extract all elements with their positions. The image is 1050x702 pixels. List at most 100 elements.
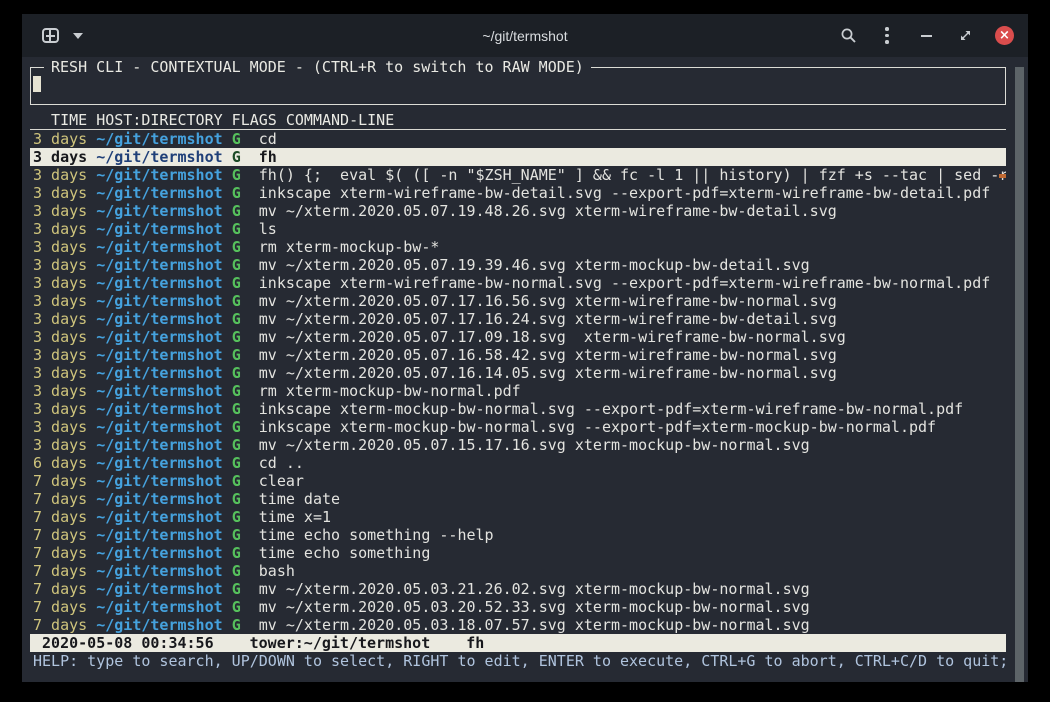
gap: [87, 202, 96, 220]
gap: [87, 346, 96, 364]
row-time: 3 days: [33, 274, 87, 292]
row-time: 7 days: [33, 598, 87, 616]
row-flags: G: [232, 184, 241, 202]
history-row[interactable]: 7 days ~/git/termshot G mv ~/xterm.2020.…: [30, 580, 1006, 598]
history-row[interactable]: 6 days ~/git/termshot G cd ..: [30, 454, 1006, 472]
row-host-directory: ~/git/termshot: [96, 202, 222, 220]
row-flags: G: [232, 274, 241, 292]
row-command: ls: [259, 220, 277, 238]
history-row[interactable]: 7 days ~/git/termshot G clear: [30, 472, 1006, 490]
gap: [87, 292, 96, 310]
history-row[interactable]: 3 days ~/git/termshot G mv ~/xterm.2020.…: [30, 292, 1006, 310]
gap: [241, 490, 259, 508]
row-host-directory: ~/git/termshot: [96, 526, 222, 544]
row-flags: G: [232, 472, 241, 490]
row-flags: G: [232, 328, 241, 346]
status-datetime: 2020-05-08 00:34:56: [33, 634, 214, 652]
gap: [87, 220, 96, 238]
restore-button[interactable]: [956, 27, 974, 45]
row-flags: G: [232, 436, 241, 454]
gap: [87, 166, 96, 184]
history-row[interactable]: 3 days ~/git/termshot G rm xterm-mockup-…: [30, 238, 1006, 256]
row-host-directory: ~/git/termshot: [96, 544, 222, 562]
row-host-directory: ~/git/termshot: [96, 328, 222, 346]
row-flags: G: [232, 616, 241, 634]
gap: [241, 274, 259, 292]
gap: [223, 310, 232, 328]
row-time: 6 days: [33, 454, 87, 472]
scrollbar[interactable]: [1015, 67, 1024, 682]
history-row[interactable]: 3 days ~/git/termshot G inkscape xterm-m…: [30, 400, 1006, 418]
gap: [87, 562, 96, 580]
history-row[interactable]: 7 days ~/git/termshot G mv ~/xterm.2020.…: [30, 598, 1006, 616]
menu-button[interactable]: [878, 27, 896, 45]
history-row[interactable]: 3 days ~/git/termshot G inkscape xterm-m…: [30, 418, 1006, 436]
history-row[interactable]: 3 days ~/git/termshot G inkscape xterm-w…: [30, 184, 1006, 202]
gap: [223, 166, 232, 184]
search-button[interactable]: [839, 27, 857, 45]
history-row[interactable]: 7 days ~/git/termshot G bash: [30, 562, 1006, 580]
terminal-window: ~/git/termshot ×: [22, 14, 1028, 672]
gap: [223, 562, 232, 580]
search-input[interactable]: RESH CLI - CONTEXTUAL MODE - (CTRL+R to …: [30, 67, 1006, 105]
history-row[interactable]: 7 days ~/git/termshot G mv ~/xterm.2020.…: [30, 616, 1006, 634]
gap: [241, 328, 259, 346]
restore-icon: [958, 28, 973, 43]
gap: [223, 544, 232, 562]
status-command: fh: [466, 634, 484, 652]
row-time: 3 days: [33, 292, 87, 310]
gap: [87, 310, 96, 328]
history-row[interactable]: 7 days ~/git/termshot G time date: [30, 490, 1006, 508]
row-host-directory: ~/git/termshot: [96, 292, 222, 310]
gap: [223, 400, 232, 418]
chevron-down-icon[interactable]: [73, 33, 83, 39]
gap: [241, 418, 259, 436]
gap: [241, 562, 259, 580]
history-row[interactable]: 3 days ~/git/termshot G inkscape xterm-w…: [30, 274, 1006, 292]
history-row[interactable]: 3 days ~/git/termshot G fh: [30, 148, 1006, 166]
history-row[interactable]: 3 days ~/git/termshot G rm xterm-mockup-…: [30, 382, 1006, 400]
history-row[interactable]: 3 days ~/git/termshot G mv ~/xterm.2020.…: [30, 364, 1006, 382]
gap: [223, 130, 232, 148]
row-command: mv ~/xterm.2020.05.07.19.39.46.svg xterm…: [259, 256, 810, 274]
gap: [87, 580, 96, 598]
history-row[interactable]: 7 days ~/git/termshot G time echo someth…: [30, 544, 1006, 562]
row-flags: G: [232, 490, 241, 508]
gap: [87, 130, 96, 148]
gap: [241, 202, 259, 220]
gap: [241, 184, 259, 202]
row-command: bash: [259, 562, 295, 580]
row-command: mv ~/xterm.2020.05.07.16.58.42.svg xterm…: [259, 346, 837, 364]
gap: [223, 328, 232, 346]
gap: [241, 310, 259, 328]
minimize-button[interactable]: [917, 27, 935, 45]
row-flags: G: [232, 382, 241, 400]
gap: [241, 580, 259, 598]
history-row[interactable]: 3 days ~/git/termshot G cd: [30, 130, 1006, 148]
gap: [87, 472, 96, 490]
row-host-directory: ~/git/termshot: [96, 310, 222, 328]
gap: [241, 238, 259, 256]
history-row[interactable]: 3 days ~/git/termshot G mv ~/xterm.2020.…: [30, 328, 1006, 346]
history-row[interactable]: 7 days ~/git/termshot G time x=1: [30, 508, 1006, 526]
history-row[interactable]: 7 days ~/git/termshot G time echo someth…: [30, 526, 1006, 544]
history-row[interactable]: 3 days ~/git/termshot G ls: [30, 220, 1006, 238]
row-time: 3 days: [33, 400, 87, 418]
gap: [241, 130, 259, 148]
row-command: fh() {; eval $( ([ -n "$ZSH_NAME" ] && f…: [259, 166, 1006, 184]
history-row[interactable]: 3 days ~/git/termshot G mv ~/xterm.2020.…: [30, 202, 1006, 220]
gap: [241, 598, 259, 616]
new-tab-button[interactable]: [42, 28, 59, 43]
close-button[interactable]: ×: [995, 26, 1014, 45]
history-row[interactable]: 3 days ~/git/termshot G mv ~/xterm.2020.…: [30, 256, 1006, 274]
history-row[interactable]: 3 days ~/git/termshot G mv ~/xterm.2020.…: [30, 346, 1006, 364]
history-row[interactable]: 3 days ~/git/termshot G mv ~/xterm.2020.…: [30, 436, 1006, 454]
status-host-path: tower:~/git/termshot: [250, 634, 431, 652]
row-flags: G: [232, 598, 241, 616]
terminal-screen[interactable]: RESH CLI - CONTEXTUAL MODE - (CTRL+R to …: [22, 67, 1028, 682]
gap: [241, 400, 259, 418]
history-row[interactable]: 3 days ~/git/termshot G fh() {; eval $( …: [30, 166, 1006, 184]
row-time: 3 days: [33, 202, 87, 220]
row-command: mv ~/xterm.2020.05.03.21.26.02.svg xterm…: [259, 580, 810, 598]
history-row[interactable]: 3 days ~/git/termshot G mv ~/xterm.2020.…: [30, 310, 1006, 328]
